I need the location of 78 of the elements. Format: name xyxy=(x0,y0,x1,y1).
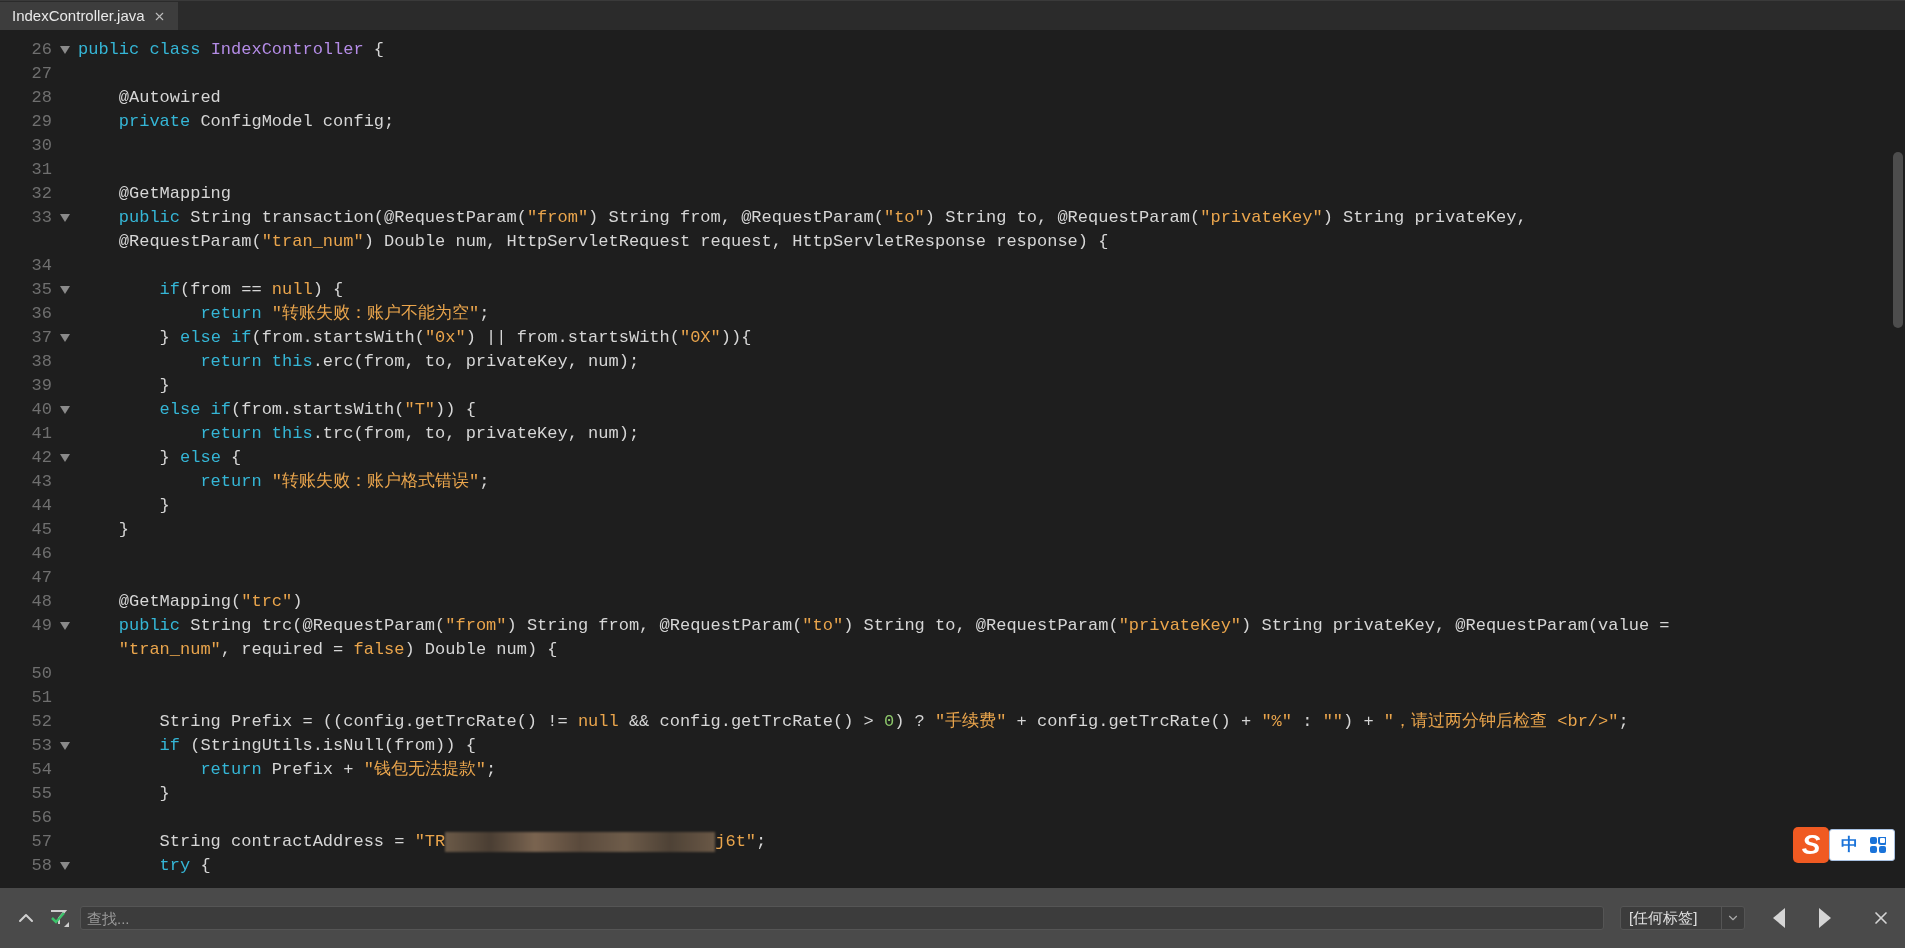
line-number: 56 xyxy=(31,807,52,830)
tag-dropdown[interactable]: [任何标签] xyxy=(1620,906,1745,930)
line-number: 32 xyxy=(31,183,52,206)
code-line: public String transaction(@RequestParam("from") String from, @RequestParam("to") String to, @RequestParam("privateKey") String privateKey, xyxy=(117,207,1527,230)
fold-arrow-icon[interactable] xyxy=(60,862,70,870)
code-line: @GetMapping xyxy=(117,183,232,206)
line-number: 46 xyxy=(31,543,52,566)
code-line: return "转账失败：账户不能为空"; xyxy=(199,303,490,326)
ime-toolbar[interactable]: 中 xyxy=(1829,829,1895,861)
code-line: String Prefix = ((config.getTrcRate() != null && config.getTrcRate() > 0) ? "手续费" + config.getTrcRate() + "%" : "") + "，请过两分钟后检查 <br/>"; xyxy=(158,710,1629,734)
fold-arrow-icon[interactable] xyxy=(60,406,70,414)
line-number: 30 xyxy=(31,135,52,158)
code-line: return Prefix + "钱包无法提款"; xyxy=(199,759,497,782)
line-number: 42 xyxy=(31,447,52,470)
fold-arrow-icon[interactable] xyxy=(60,286,70,294)
line-number: 47 xyxy=(31,567,52,590)
code-line: try { xyxy=(158,855,211,878)
line-number: 26 xyxy=(31,39,52,62)
fold-arrow-icon[interactable] xyxy=(60,334,70,342)
code-line: else if(from.startsWith("T")) { xyxy=(158,399,476,422)
line-number: 35 xyxy=(31,279,52,302)
grid-icon[interactable] xyxy=(1870,837,1886,853)
code-line: } else if(from.startsWith("0x") || from.startsWith("0X")){ xyxy=(158,327,752,350)
line-number: 45 xyxy=(31,519,52,542)
code-line: } else { xyxy=(158,447,242,470)
code-line: private ConfigModel config; xyxy=(117,111,395,134)
line-number: 53 xyxy=(31,735,52,758)
line-number: 43 xyxy=(31,471,52,494)
line-number: 39 xyxy=(31,375,52,398)
line-number: 34 xyxy=(31,255,52,278)
line-number: 57 xyxy=(31,831,52,854)
code-line: } xyxy=(158,783,170,806)
line-number: 41 xyxy=(31,423,52,446)
line-number: 31 xyxy=(31,159,52,182)
code-line: @Autowired xyxy=(117,87,221,110)
line-number: 44 xyxy=(31,495,52,518)
ime-mode: 中 xyxy=(1841,834,1858,857)
fold-arrow-icon[interactable] xyxy=(60,214,70,222)
line-number: 50 xyxy=(31,663,52,686)
fold-arrow-icon[interactable] xyxy=(60,742,70,750)
code-line: "tran_num", required = false) Double num) { xyxy=(117,639,558,662)
line-number: 27 xyxy=(31,63,52,86)
file-tab[interactable]: IndexController.java xyxy=(0,2,178,30)
line-number: 58 xyxy=(31,855,52,878)
scrollbar-thumb[interactable] xyxy=(1893,152,1903,328)
line-number: 52 xyxy=(31,711,52,734)
line-number: 40 xyxy=(31,399,52,422)
fold-arrow-icon[interactable] xyxy=(60,454,70,462)
line-number: 38 xyxy=(31,351,52,374)
previous-icon[interactable] xyxy=(1773,908,1785,928)
code-line: } xyxy=(158,495,170,518)
line-number: 49 xyxy=(31,615,52,638)
code-line: @GetMapping("trc") xyxy=(117,591,303,614)
line-number: 55 xyxy=(31,783,52,806)
line-number: 36 xyxy=(31,303,52,326)
fold-arrow-icon[interactable] xyxy=(60,622,70,630)
line-number: 54 xyxy=(31,759,52,782)
code-line: public class IndexController { xyxy=(78,39,385,62)
line-number: 51 xyxy=(31,687,52,710)
code-line: return "转账失败：账户格式错误"; xyxy=(199,471,490,494)
code-line: return this.trc(from, to, privateKey, num); xyxy=(199,423,640,446)
line-number: 33 xyxy=(31,207,52,230)
line-number: 48 xyxy=(31,591,52,614)
code-line: } xyxy=(158,375,170,398)
code-line: String contractAddress = "TR j6t"; xyxy=(158,830,767,854)
line-number: 37 xyxy=(31,327,52,350)
code-line: if (StringUtils.isNull(from)) { xyxy=(158,735,476,758)
code-line: } xyxy=(117,519,129,542)
code-line: if(from == null) { xyxy=(158,279,344,302)
code-line: @RequestParam("tran_num") Double num, HttpServletRequest request, HttpServletResponse response) { xyxy=(117,231,1109,254)
search-field[interactable]: 查找... xyxy=(80,906,1604,930)
next-icon[interactable] xyxy=(1819,908,1831,928)
code-line: return this.erc(from, to, privateKey, num); xyxy=(199,351,640,374)
filter-check-icon[interactable] xyxy=(48,907,70,929)
fold-arrow-icon[interactable] xyxy=(60,46,70,54)
code-line: public String trc(@RequestParam("from") String from, @RequestParam("to") String to, @RequestParam("privateKey") String privateKey, @RequestParam(value = xyxy=(117,615,1670,638)
line-number: 28 xyxy=(31,87,52,110)
line-number: 29 xyxy=(31,111,52,134)
